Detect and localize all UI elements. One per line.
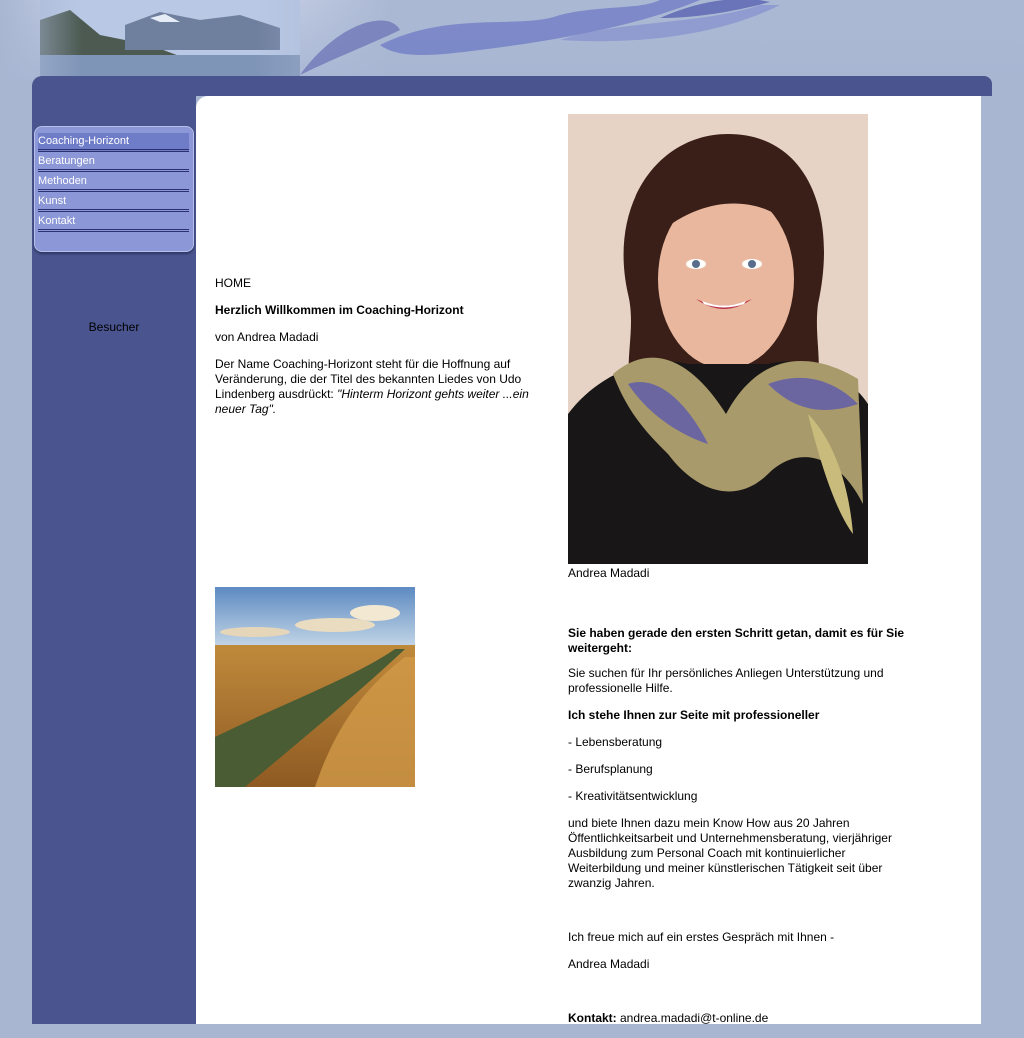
offer-stand: Ich stehe Ihnen zur Seite mit profession… — [568, 708, 820, 722]
welcome-heading: Herzlich Willkommen im Coaching-Horizont — [215, 303, 464, 317]
content-area: HOME Herzlich Willkommen im Coaching-Hor… — [196, 96, 981, 1025]
offer-closing: Ich freue mich auf ein erstes Gespräch m… — [568, 930, 835, 944]
offer-support: Sie suchen für Ihr persönliches Anliegen… — [568, 666, 884, 695]
page-title: HOME — [215, 276, 251, 290]
nav-link-coaching-horizont[interactable]: Coaching-Horizont — [38, 133, 189, 152]
page-right-margin — [981, 96, 1024, 1024]
visitor-counter-label: Besucher — [88, 320, 140, 334]
nav-item-kontakt[interactable]: Kontakt — [38, 213, 189, 233]
contact-email[interactable]: andrea.madadi@t-online.de — [617, 1011, 768, 1025]
offer-section: Sie haben gerade den ersten Schritt geta… — [568, 626, 908, 1038]
nav-link-beratungen[interactable]: Beratungen — [38, 153, 189, 172]
offer-experience: und biete Ihnen dazu mein Know How aus 2… — [568, 816, 892, 890]
bullet-kreativitaet: - Kreativitätsentwicklung — [568, 789, 698, 803]
nav-link-methoden[interactable]: Methoden — [38, 173, 189, 192]
header-banner — [0, 0, 1024, 80]
bullet-berufsplanung: - Berufsplanung — [568, 762, 653, 776]
nav-item-coaching-horizont[interactable]: Coaching-Horizont — [38, 133, 189, 153]
portrait-caption: Andrea Madadi — [568, 566, 650, 580]
portrait-photo — [568, 114, 868, 564]
nav-link-kunst[interactable]: Kunst — [38, 193, 189, 212]
intro-paragraph: Der Name Coaching-Horizont steht für die… — [215, 357, 545, 417]
contact-label: Kontakt: — [568, 1011, 617, 1025]
nav-item-kunst[interactable]: Kunst — [38, 193, 189, 213]
offer-signature: Andrea Madadi — [568, 957, 650, 971]
main-navigation: Coaching-Horizont Beratungen Methoden Ku… — [34, 126, 194, 252]
nav-item-methoden[interactable]: Methoden — [38, 173, 189, 193]
intro-section: HOME Herzlich Willkommen im Coaching-Hor… — [215, 276, 545, 429]
nav-link-kontakt[interactable]: Kontakt — [38, 213, 189, 232]
offer-headline: Sie haben gerade den ersten Schritt geta… — [568, 626, 905, 655]
bullet-lebensberatung: - Lebensberatung — [568, 735, 663, 749]
nav-item-beratungen[interactable]: Beratungen — [38, 153, 189, 173]
author-line: von Andrea Madadi — [215, 330, 319, 344]
landscape-image — [215, 587, 415, 787]
